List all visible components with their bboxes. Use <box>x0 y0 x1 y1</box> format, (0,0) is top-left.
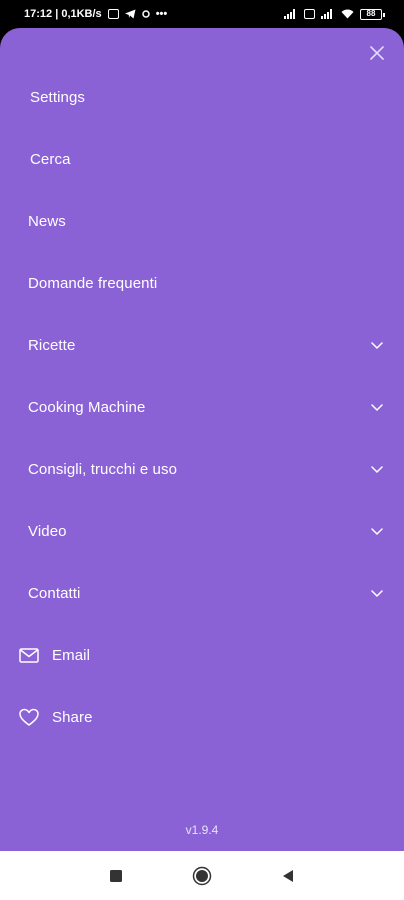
menu-item-label: Video <box>28 522 67 540</box>
menu-item-ricette[interactable]: Ricette <box>0 314 404 376</box>
email-icon <box>19 648 39 663</box>
menu-item-label: News <box>28 212 66 230</box>
menu-item-cooking-machine[interactable]: Cooking Machine <box>0 376 404 438</box>
battery-icon: 88 <box>360 8 385 20</box>
menu-item-label: Email <box>52 646 91 664</box>
navigation-drawer: Settings Cerca News Domande frequenti Ri… <box>0 28 404 851</box>
telegram-icon <box>124 9 136 19</box>
sim-icon <box>304 9 315 19</box>
menu-item-email[interactable]: Email <box>0 624 404 686</box>
menu-item-video[interactable]: Video <box>0 500 404 562</box>
status-bar: 17:12 | 0,1KB/s ••• 88 <box>0 0 404 28</box>
menu-item-contatti[interactable]: Contatti <box>0 562 404 624</box>
status-left: 17:12 | 0,1KB/s ••• <box>24 8 167 20</box>
signal-icon <box>284 9 298 19</box>
signal-icon <box>321 9 335 19</box>
wifi-icon <box>341 9 354 19</box>
close-icon[interactable] <box>368 44 386 62</box>
message-icon <box>107 9 119 19</box>
menu-item-domande-frequenti[interactable]: Domande frequenti <box>0 252 404 314</box>
time-and-speed: 17:12 | 0,1KB/s <box>24 8 102 20</box>
menu-item-share[interactable]: Share <box>0 686 404 748</box>
more-dots-icon: ••• <box>155 8 168 20</box>
chevron-down-icon[interactable] <box>370 462 384 476</box>
chevron-down-icon[interactable] <box>370 400 384 414</box>
chevron-down-icon[interactable] <box>370 524 384 538</box>
menu-item-news[interactable]: News <box>0 190 404 252</box>
menu-item-label: Ricette <box>28 336 76 354</box>
system-nav-bar <box>0 851 404 900</box>
menu-item-cerca[interactable]: Cerca <box>0 128 404 190</box>
back-triangle-icon[interactable] <box>282 869 294 883</box>
home-circle-icon[interactable] <box>192 866 212 886</box>
menu-item-label: Consigli, trucchi e uso <box>28 460 178 478</box>
data-saver-icon <box>141 10 150 18</box>
recents-square-icon[interactable] <box>110 869 122 882</box>
heart-icon <box>19 708 39 726</box>
app-version: v1.9.4 <box>185 823 219 837</box>
chevron-down-icon[interactable] <box>370 586 384 600</box>
menu-item-label: Domande frequenti <box>28 274 158 292</box>
menu-item-label: Cooking Machine <box>28 398 146 416</box>
menu-item-label: Cerca <box>30 150 71 168</box>
menu-item-settings[interactable]: Settings <box>0 66 404 128</box>
menu-item-consigli[interactable]: Consigli, trucchi e uso <box>0 438 404 500</box>
menu-item-label: Settings <box>30 88 85 106</box>
menu-item-label: Share <box>52 708 93 726</box>
menu-item-label: Contatti <box>28 584 81 602</box>
chevron-down-icon[interactable] <box>370 338 384 352</box>
drawer-menu: Settings Cerca News Domande frequenti Ri… <box>0 66 404 748</box>
status-right: 88 <box>284 8 385 20</box>
